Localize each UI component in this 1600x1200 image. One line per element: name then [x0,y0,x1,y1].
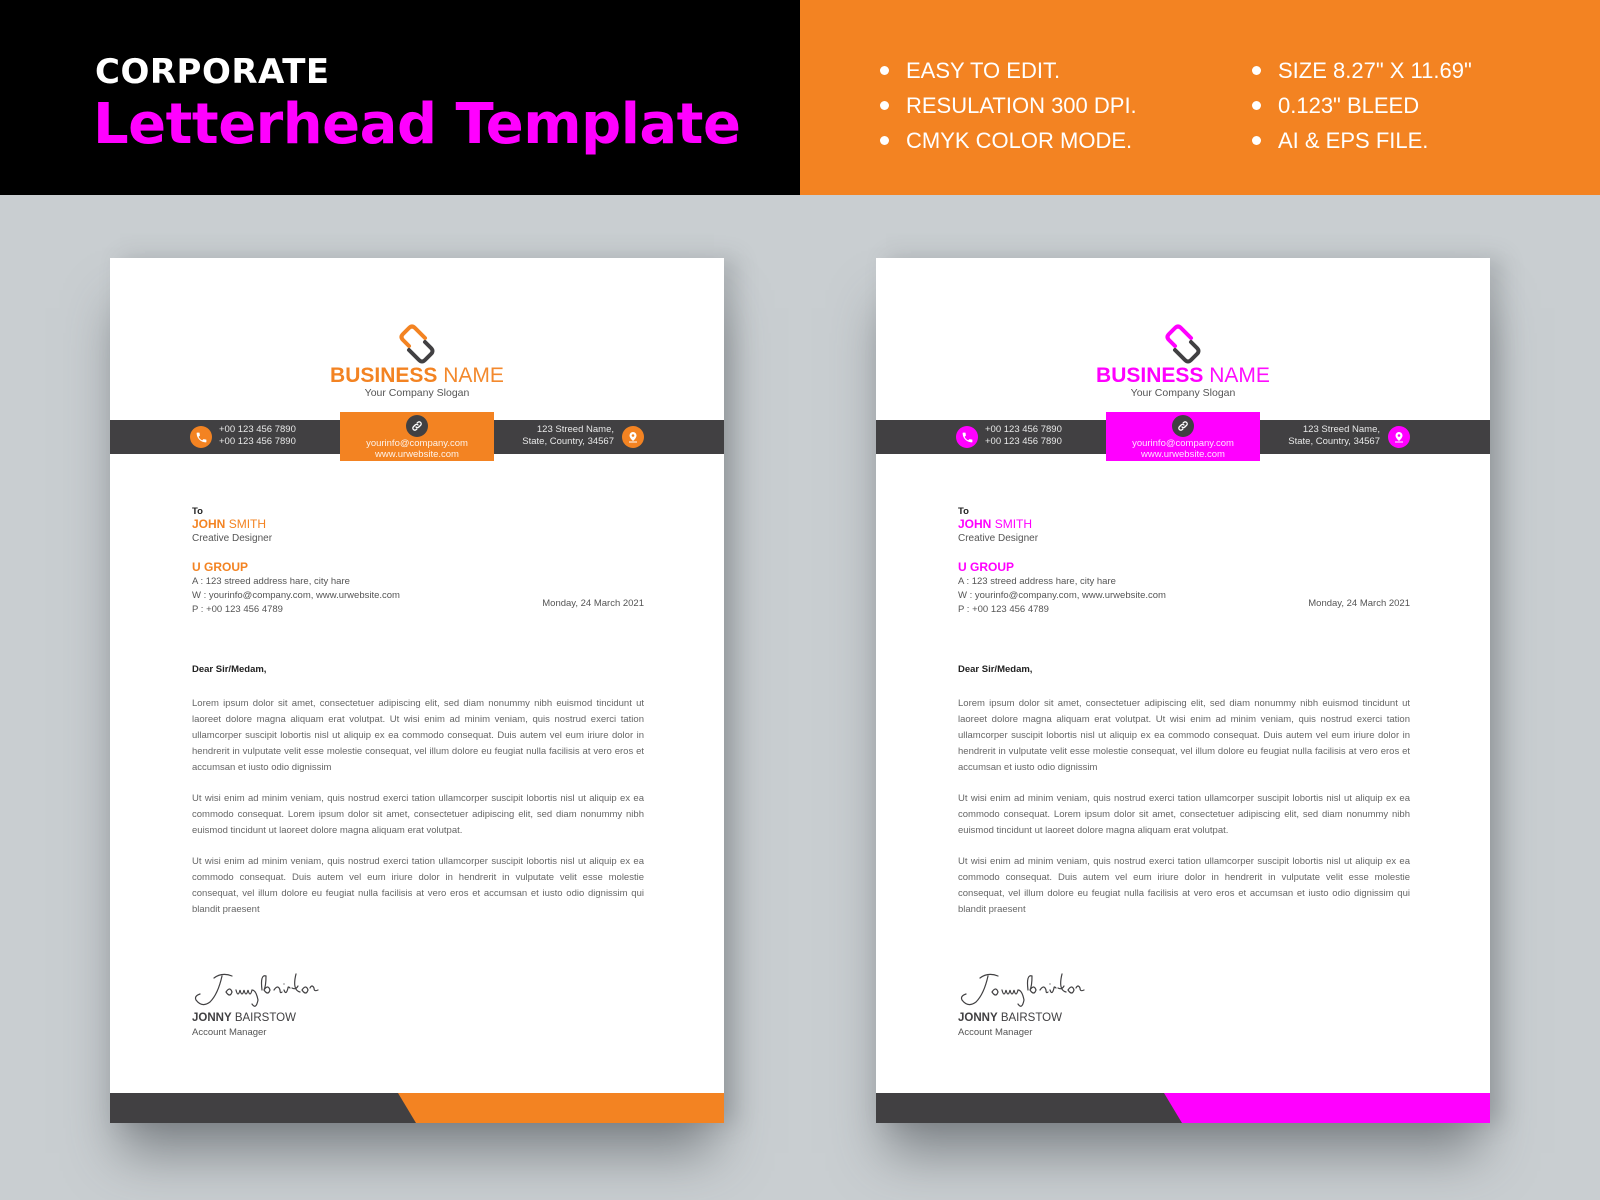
recipient-phone: P : +00 123 456 4789 [192,604,283,615]
recipient-company: U GROUP [192,560,249,574]
feature-item: SIZE 8.27" X 11.69" [1252,56,1472,91]
phone-number-2: +00 123 456 7890 [219,436,296,447]
signer-name: JONNY BAIRSTOW [958,1012,1062,1024]
recipient-address: A : 123 streed address hare, city hare [192,576,350,587]
recipient-first-name: JOHN [192,517,226,531]
feature-item: 0.123" BLEED [1252,91,1472,126]
email-web-text: yourinfo@company.com www.urwebsite.com [1106,438,1260,460]
letter-date: Monday, 24 March 2021 [1308,598,1410,609]
recipient-web: W : yourinfo@company.com, www.urwebsite.… [958,590,1166,601]
business-name-bold: BUSINESS [330,364,438,387]
company-slogan: Your Company Slogan [1130,387,1236,399]
email-link[interactable]: yourinfo@company.com [340,438,494,449]
phone-numbers: +00 123 456 7890 +00 123 456 7890 [219,424,296,448]
banner-left: CORPORATE Letterhead Template [0,0,800,195]
location-pin-icon [1388,426,1410,448]
signer-role: Account Manager [958,1027,1033,1038]
website-link[interactable]: www.urwebsite.com [1106,449,1260,460]
email-web-text: yourinfo@company.com www.urwebsite.com [340,438,494,460]
footer-accent-bar [1164,1093,1490,1123]
business-name-light: NAME [1209,364,1270,387]
recipient-name: JOHN SMITH [192,517,266,531]
feature-list-right: SIZE 8.27" X 11.69" 0.123" BLEED AI & EP… [1252,56,1472,161]
signer-first-name: JONNY [958,1012,998,1024]
to-label: To [192,506,203,517]
body-paragraph-2: Ut wisi enim ad minim veniam, quis nostr… [958,793,1410,836]
feature-item: AI & EPS FILE. [1252,126,1472,161]
address-line-2: State, Country, 34567 [522,436,614,447]
signature-icon [960,973,1085,1007]
signer-role: Account Manager [192,1027,267,1038]
salutation: Dear Sir/Medam, [958,664,1033,675]
email-web-box: yourinfo@company.com www.urwebsite.com [1106,412,1260,461]
footer-stripe [876,1093,1490,1123]
business-name-bold: BUSINESS [1096,364,1204,387]
address-line-2: State, Country, 34567 [1288,436,1380,447]
recipient-web: W : yourinfo@company.com, www.urwebsite.… [192,590,400,601]
email-link[interactable]: yourinfo@company.com [1106,438,1260,449]
to-label: To [958,506,969,517]
company-address: 123 Streed Name, State, Country, 34567 [522,424,614,448]
feature-item: RESULATION 300 DPI. [880,91,1137,126]
link-icon [1172,415,1194,437]
company-slogan: Your Company Slogan [364,387,470,399]
recipient-last-name: SMITH [228,517,267,531]
phone-icon [190,426,212,448]
company-logo-icon [399,324,435,364]
phone-number-1: +00 123 456 7890 [985,424,1062,435]
body-paragraph-3: Ut wisi enim ad minim veniam, quis nostr… [958,856,1410,915]
recipient-company: U GROUP [958,560,1015,574]
salutation: Dear Sir/Medam, [192,664,267,675]
footer-stripe [110,1093,724,1123]
feature-item: EASY TO EDIT. [880,56,1137,91]
body-paragraph-2: Ut wisi enim ad minim veniam, quis nostr… [192,793,644,836]
business-name: BUSINESS NAME [876,364,1490,388]
link-icon [406,415,428,437]
business-name: BUSINESS NAME [110,364,724,388]
letterhead-page-magenta: BUSINESS NAME Your Company Slogan +00 12… [876,258,1490,1123]
recipient-last-name: SMITH [994,517,1033,531]
letter-date: Monday, 24 March 2021 [542,598,644,609]
feature-list-left: EASY TO EDIT. RESULATION 300 DPI. CMYK C… [880,56,1137,161]
phone-icon [956,426,978,448]
signer-last-name: BAIRSTOW [234,1012,296,1024]
signer-name: JONNY BAIRSTOW [192,1012,296,1024]
recipient-address: A : 123 streed address hare, city hare [958,576,1116,587]
address-line-1: 123 Streed Name, [1302,424,1380,435]
recipient-role: Creative Designer [192,533,273,544]
company-logo-icon [1165,324,1201,364]
signer-first-name: JONNY [192,1012,232,1024]
signer-last-name: BAIRSTOW [1000,1012,1062,1024]
business-name-light: NAME [443,364,504,387]
phone-numbers: +00 123 456 7890 +00 123 456 7890 [985,424,1062,448]
letterhead-page-orange: BUSINESS NAME Your Company Slogan +00 12… [110,258,724,1123]
recipient-name: JOHN SMITH [958,517,1032,531]
banner-title-small: CORPORATE [95,52,330,92]
recipient-phone: P : +00 123 456 4789 [958,604,1049,615]
footer-accent-bar [398,1093,724,1123]
company-address: 123 Streed Name, State, Country, 34567 [1288,424,1380,448]
feature-item: CMYK COLOR MODE. [880,126,1137,161]
body-paragraph-3: Ut wisi enim ad minim veniam, quis nostr… [192,856,644,915]
location-pin-icon [622,426,644,448]
body-paragraph-1: Lorem ipsum dolor sit amet, consectetuer… [958,698,1410,773]
phone-number-2: +00 123 456 7890 [985,436,1062,447]
phone-number-1: +00 123 456 7890 [219,424,296,435]
banner-title-big: Letterhead Template [93,92,741,157]
recipient-first-name: JOHN [958,517,992,531]
body-paragraph-1: Lorem ipsum dolor sit amet, consectetuer… [192,698,644,773]
recipient-role: Creative Designer [958,533,1039,544]
email-web-box: yourinfo@company.com www.urwebsite.com [340,412,494,461]
signature-icon [194,973,319,1007]
website-link[interactable]: www.urwebsite.com [340,449,494,460]
address-line-1: 123 Streed Name, [536,424,614,435]
